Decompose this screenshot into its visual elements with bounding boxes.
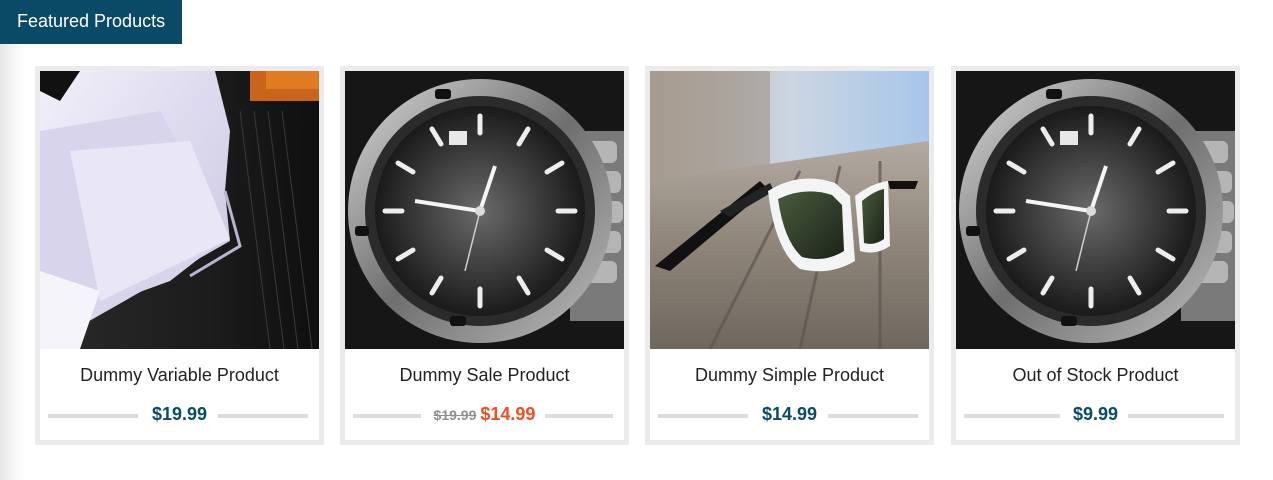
original-price: $19.99 <box>433 407 477 423</box>
product-card[interactable]: Dummy Sale Product $19.99 $14.99 <box>340 66 629 445</box>
product-image[interactable] <box>345 71 624 349</box>
price-group: $19.99 <box>40 400 319 430</box>
product-image[interactable] <box>956 71 1235 349</box>
product-card[interactable]: Dummy Variable Product $19.99 <box>35 66 324 445</box>
featured-products-page: Featured Products Dummy Variable Product… <box>0 0 1273 480</box>
product-card[interactable]: Dummy Simple Product $14.99 <box>645 66 934 445</box>
product-title[interactable]: Dummy Sale Product <box>345 365 624 386</box>
product-price: $14.99 <box>761 404 818 424</box>
product-title[interactable]: Out of Stock Product <box>956 365 1235 386</box>
price-row: $14.99 <box>650 400 929 428</box>
left-edge-shadow <box>0 44 26 480</box>
product-price: $19.99 <box>151 404 208 424</box>
watch-image <box>956 71 1235 349</box>
watch-image <box>345 71 624 349</box>
sunglasses-image <box>650 71 929 349</box>
price-group: $19.99 $14.99 <box>345 400 624 430</box>
product-card[interactable]: Out of Stock Product $9.99 <box>951 66 1240 445</box>
product-title[interactable]: Dummy Simple Product <box>650 365 929 386</box>
price-row: $19.99 $14.99 <box>345 400 624 428</box>
product-title[interactable]: Dummy Variable Product <box>40 365 319 386</box>
shirt-collar-image <box>40 71 319 349</box>
price-group: $9.99 <box>956 400 1235 430</box>
sale-price: $14.99 <box>480 404 536 424</box>
product-image[interactable] <box>650 71 929 349</box>
price-group: $14.99 <box>650 400 929 430</box>
price-row: $9.99 <box>956 400 1235 428</box>
product-image[interactable] <box>40 71 319 349</box>
section-title-tab: Featured Products <box>0 0 182 44</box>
product-price: $9.99 <box>1072 404 1119 424</box>
price-row: $19.99 <box>40 400 319 428</box>
